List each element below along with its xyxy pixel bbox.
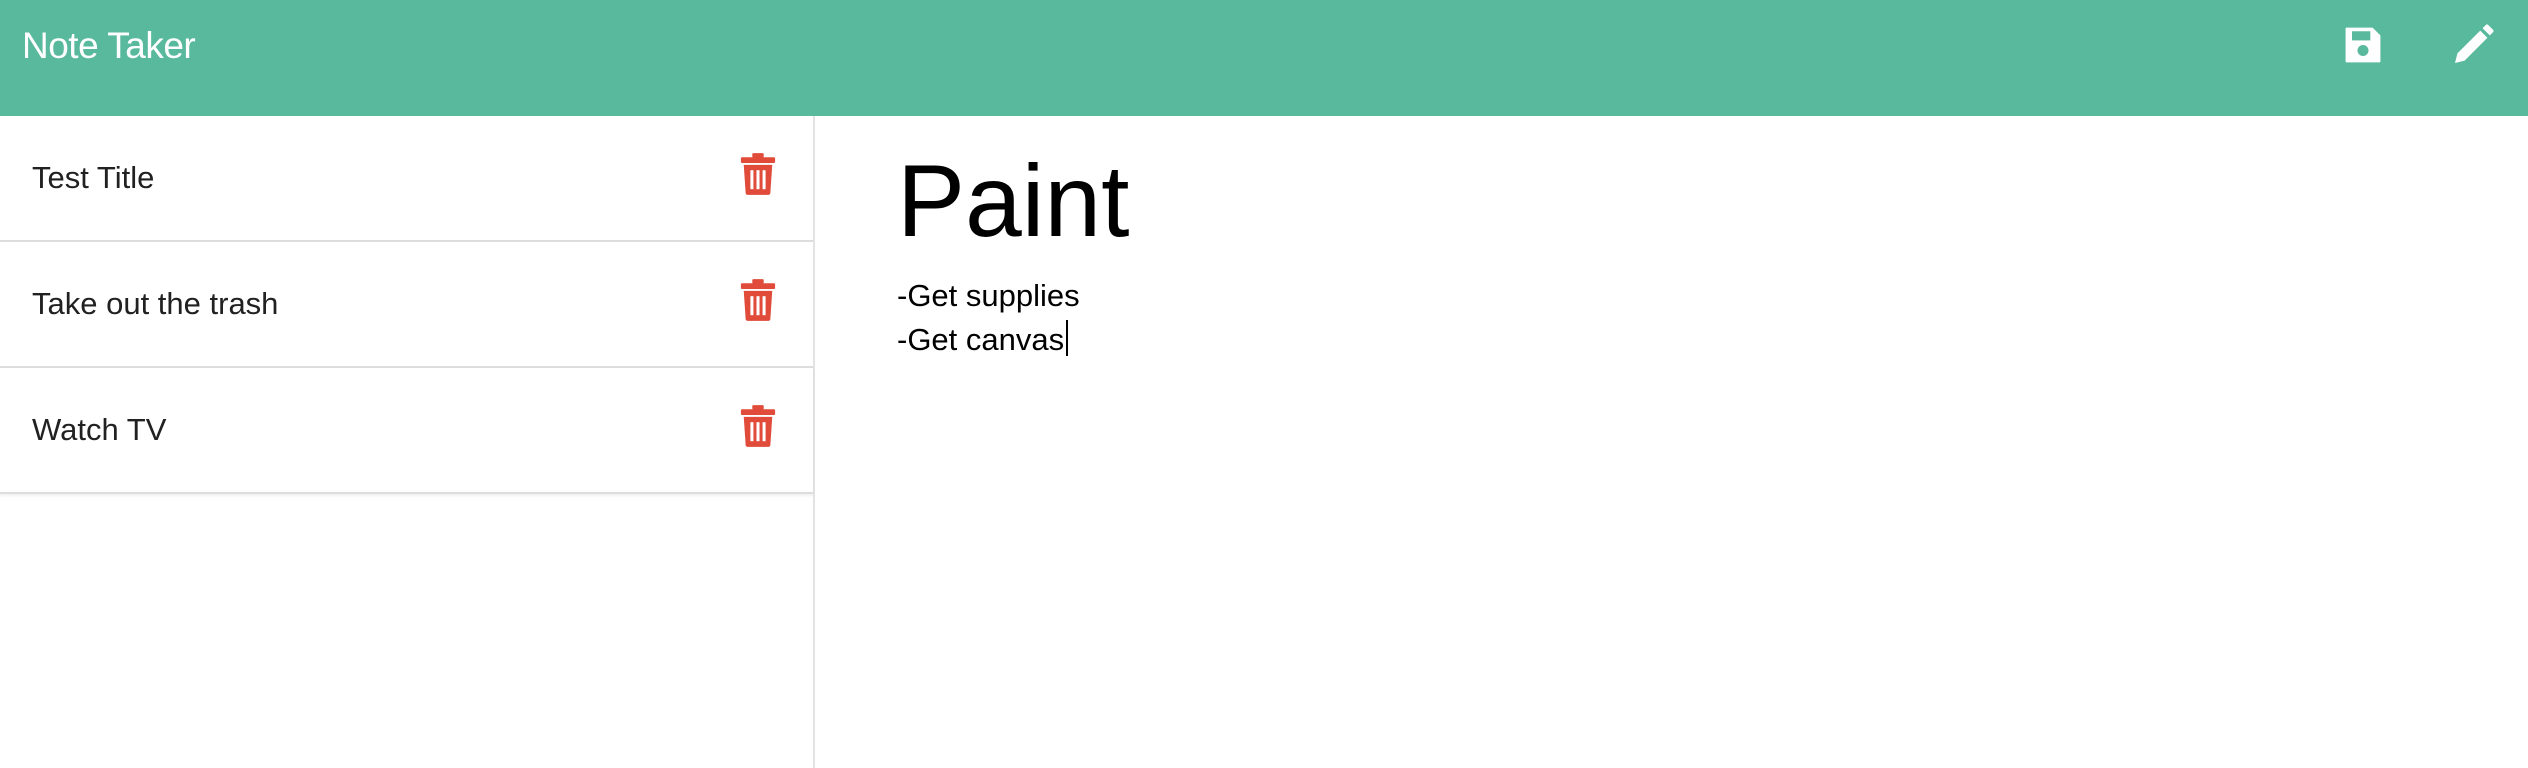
save-note-button[interactable] — [2336, 18, 2390, 72]
note-list: Test Title Take out the trash Watch TV — [0, 116, 813, 494]
note-title-input[interactable] — [880, 136, 2380, 266]
note-list-item[interactable]: Take out the trash — [0, 242, 813, 368]
note-text-area[interactable]: -Get supplies -Get canvas — [880, 274, 2380, 674]
trash-icon[interactable] — [739, 405, 777, 447]
note-item-title[interactable]: Watch TV — [32, 410, 166, 450]
app-brand[interactable]: Note Taker — [22, 22, 196, 70]
note-list-item[interactable]: Test Title — [0, 116, 813, 242]
floppy-disk-icon — [2345, 27, 2381, 63]
trash-icon[interactable] — [739, 153, 777, 195]
new-note-button[interactable] — [2446, 18, 2500, 72]
note-editor: -Get supplies -Get canvas — [817, 116, 2528, 768]
note-body-line: -Get supplies — [897, 278, 1080, 313]
note-item-title[interactable]: Test Title — [32, 158, 154, 198]
trash-icon[interactable] — [739, 279, 777, 321]
note-list-sidebar: Test Title Take out the trash Watch TV — [0, 116, 815, 768]
note-body-line: -Get canvas — [897, 322, 1065, 357]
text-cursor — [1066, 320, 1069, 356]
navbar: Note Taker — [0, 0, 2528, 116]
note-list-item[interactable]: Watch TV — [0, 368, 813, 494]
pencil-icon — [2455, 24, 2494, 64]
note-item-title[interactable]: Take out the trash — [32, 284, 278, 324]
